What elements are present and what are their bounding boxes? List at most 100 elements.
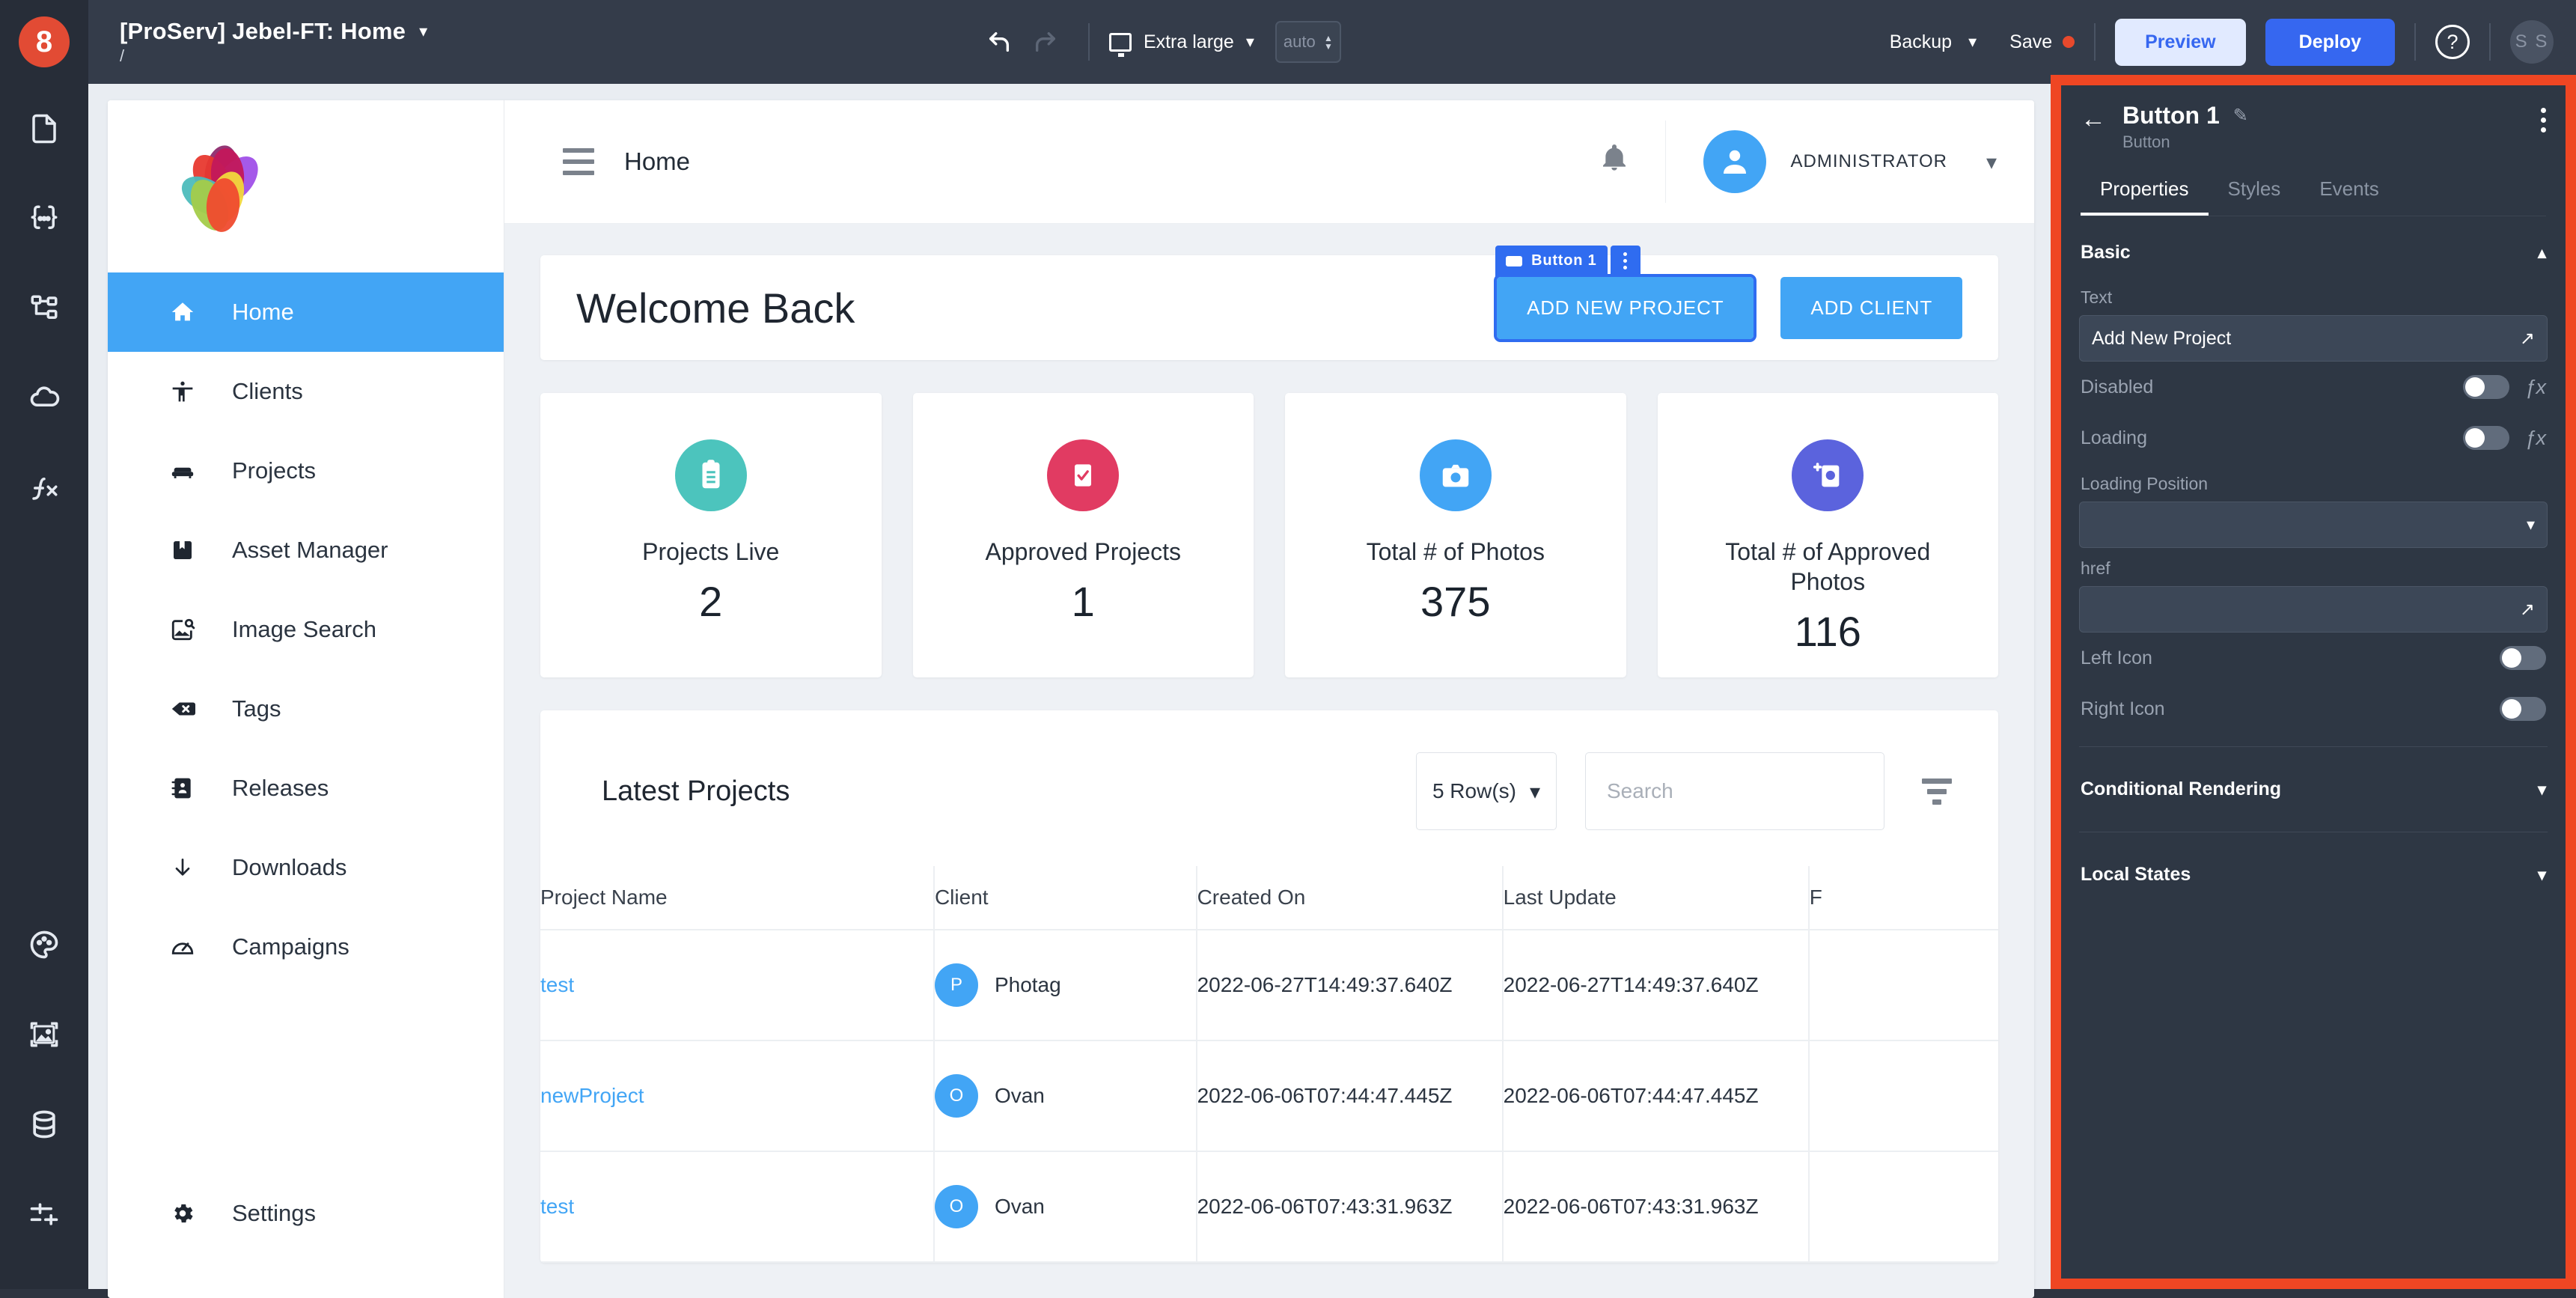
sidebar-item-label: Campaigns bbox=[232, 933, 350, 960]
backup-button[interactable]: Backup bbox=[1890, 31, 1952, 53]
chevron-down-icon: ▾ bbox=[1529, 779, 1541, 803]
home-icon bbox=[168, 299, 198, 325]
camera-plus-icon bbox=[1792, 439, 1864, 511]
sidebar-item-tags[interactable]: Tags bbox=[108, 669, 504, 749]
database-icon[interactable] bbox=[0, 1079, 88, 1169]
sidebar-item-home[interactable]: Home bbox=[108, 272, 504, 352]
table-row[interactable]: test P Photag 2022-06-27T14:49:37.640Z 2… bbox=[540, 930, 1998, 1041]
rows-per-page-select[interactable]: 5 Row(s) ▾ bbox=[1416, 752, 1557, 830]
stepper-arrows-icon[interactable]: ▲ ▼ bbox=[1324, 34, 1333, 51]
undo-icon[interactable] bbox=[976, 19, 1022, 65]
inspector-tabs: Properties Styles Events bbox=[2081, 177, 2546, 216]
table-row[interactable]: newProject O Ovan 2022-06-06T07:44:47.44… bbox=[540, 1040, 1998, 1152]
sliders-icon[interactable] bbox=[0, 1169, 88, 1259]
tab-styles[interactable]: Styles bbox=[2209, 177, 2301, 216]
field-label-loading: Loading bbox=[2081, 427, 2147, 448]
selection-badge-label: Button 1 bbox=[1531, 252, 1597, 269]
section-local-states-header[interactable]: Local States ▾ bbox=[2079, 844, 2548, 905]
expand-diagonal-icon[interactable]: ↗ bbox=[2520, 328, 2535, 350]
button-component-icon bbox=[1506, 255, 1523, 266]
sidebar-item-settings[interactable]: Settings bbox=[108, 1174, 504, 1253]
section-local-states-title: Local States bbox=[2081, 864, 2191, 885]
page-icon[interactable] bbox=[0, 84, 88, 174]
section-basic-header[interactable]: Basic ▴ bbox=[2079, 216, 2548, 277]
inspector-panel: ← Button 1 ✎ Button Properties Styles Ev… bbox=[2051, 75, 2576, 1289]
inspector-element-type: Button bbox=[2122, 132, 2170, 151]
loading-position-select[interactable]: ▾ bbox=[2079, 502, 2548, 548]
column-header-created-on[interactable]: Created On bbox=[1195, 866, 1503, 930]
right-icon-toggle[interactable] bbox=[2500, 697, 2546, 721]
help-icon[interactable]: ? bbox=[2435, 25, 2470, 59]
sidebar-item-clients[interactable]: Clients bbox=[108, 352, 504, 431]
sidebar-item-campaigns[interactable]: Campaigns bbox=[108, 907, 504, 987]
chevron-down-icon: ▾ bbox=[2537, 779, 2546, 799]
logo-badge: 8 bbox=[19, 16, 70, 67]
preview-button[interactable]: Preview bbox=[2115, 18, 2246, 66]
deploy-button[interactable]: Deploy bbox=[2265, 18, 2395, 66]
tab-properties[interactable]: Properties bbox=[2081, 177, 2209, 216]
fx-icon[interactable]: ƒx bbox=[2524, 376, 2546, 399]
fx-icon[interactable]: ƒx bbox=[2524, 427, 2546, 450]
component-tree-icon[interactable] bbox=[0, 263, 88, 353]
table-header-row: Project Name Client Created On Last Upda… bbox=[540, 866, 1998, 930]
column-header-f[interactable]: F bbox=[1807, 866, 1998, 930]
redo-icon[interactable] bbox=[1022, 19, 1069, 65]
braces-icon[interactable] bbox=[0, 174, 88, 263]
fx-icon[interactable] bbox=[0, 443, 88, 533]
chevron-down-icon[interactable]: ▾ bbox=[1968, 34, 1977, 50]
project-name-link[interactable]: test bbox=[540, 1195, 574, 1218]
hamburger-icon[interactable] bbox=[563, 148, 594, 175]
tab-events[interactable]: Events bbox=[2300, 177, 2399, 216]
pencil-icon[interactable]: ✎ bbox=[2233, 105, 2248, 127]
inspector-body: Basic ▴ Text Add New Project ↗ Disabled … bbox=[2061, 216, 2566, 905]
sofa-icon bbox=[168, 458, 198, 484]
page-title: [ProServ] Jebel-FT: Home bbox=[120, 18, 406, 44]
table-row[interactable]: test O Ovan 2022-06-06T07:43:31.963Z 202… bbox=[540, 1151, 1998, 1263]
project-name-link[interactable]: newProject bbox=[540, 1084, 644, 1107]
sidebar-item-projects[interactable]: Projects bbox=[108, 431, 504, 511]
selection-badge: Button 1 bbox=[1495, 245, 1640, 277]
bell-icon[interactable] bbox=[1599, 143, 1629, 180]
field-label-loading-position: Loading Position bbox=[2081, 474, 2209, 493]
search-input[interactable]: Search bbox=[1585, 752, 1884, 830]
chevron-down-icon[interactable]: ▾ bbox=[419, 23, 427, 40]
sidebar-item-downloads[interactable]: Downloads bbox=[108, 828, 504, 907]
sidebar-item-asset-manager[interactable]: Asset Manager bbox=[108, 511, 504, 590]
app-logo-cell[interactable]: 8 bbox=[0, 0, 88, 84]
left-icon-toggle[interactable] bbox=[2500, 646, 2546, 670]
chevron-down-icon: ▾ bbox=[1245, 32, 1254, 51]
href-field[interactable]: ↗ bbox=[2079, 586, 2548, 633]
sidebar-item-releases[interactable]: Releases bbox=[108, 749, 504, 828]
sidebar-item-image-search[interactable]: Image Search bbox=[108, 590, 504, 669]
stat-card-projects-live: Projects Live 2 bbox=[540, 393, 882, 677]
zoom-stepper[interactable]: auto ▲ ▼ bbox=[1275, 21, 1341, 63]
latest-projects-title: Latest Projects bbox=[602, 775, 790, 807]
save-button[interactable]: Save bbox=[2009, 31, 2052, 53]
selection-more-icon[interactable] bbox=[1610, 245, 1640, 277]
cloud-icon[interactable] bbox=[0, 353, 88, 443]
palette-icon[interactable] bbox=[0, 900, 88, 990]
add-new-project-button[interactable]: Button 1 ADD NEW PROJECT bbox=[1494, 245, 1757, 342]
user-menu[interactable]: ADMINISTRATOR ▾ bbox=[1666, 130, 2034, 193]
editor-left-rail bbox=[0, 84, 88, 1289]
image-icon[interactable] bbox=[0, 990, 88, 1079]
f-value bbox=[1807, 1040, 1998, 1152]
more-vertical-icon[interactable] bbox=[2541, 108, 2546, 132]
loading-toggle[interactable] bbox=[2463, 426, 2510, 450]
filter-icon[interactable] bbox=[1922, 778, 1952, 805]
back-arrow-icon[interactable]: ← bbox=[2081, 105, 2106, 134]
rows-per-page-value: 5 Row(s) bbox=[1432, 779, 1516, 802]
disabled-toggle[interactable] bbox=[2463, 375, 2510, 399]
section-conditional-rendering-header[interactable]: Conditional Rendering ▾ bbox=[2079, 759, 2548, 820]
column-header-last-update[interactable]: Last Update bbox=[1501, 866, 1809, 930]
project-name-link[interactable]: test bbox=[540, 973, 574, 996]
column-header-project-name[interactable]: Project Name bbox=[540, 866, 934, 930]
expand-diagonal-icon[interactable]: ↗ bbox=[2520, 599, 2535, 621]
client-avatar: O bbox=[934, 1074, 978, 1118]
sidebar-item-label: Tags bbox=[232, 695, 281, 722]
column-header-client[interactable]: Client bbox=[933, 866, 1197, 930]
avatar[interactable]: S S bbox=[2510, 20, 2554, 64]
add-client-button[interactable]: ADD CLIENT bbox=[1780, 276, 1962, 339]
device-size-selector[interactable]: Extra large ▾ bbox=[1108, 31, 1254, 57]
text-field[interactable]: Add New Project ↗ bbox=[2079, 315, 2548, 362]
